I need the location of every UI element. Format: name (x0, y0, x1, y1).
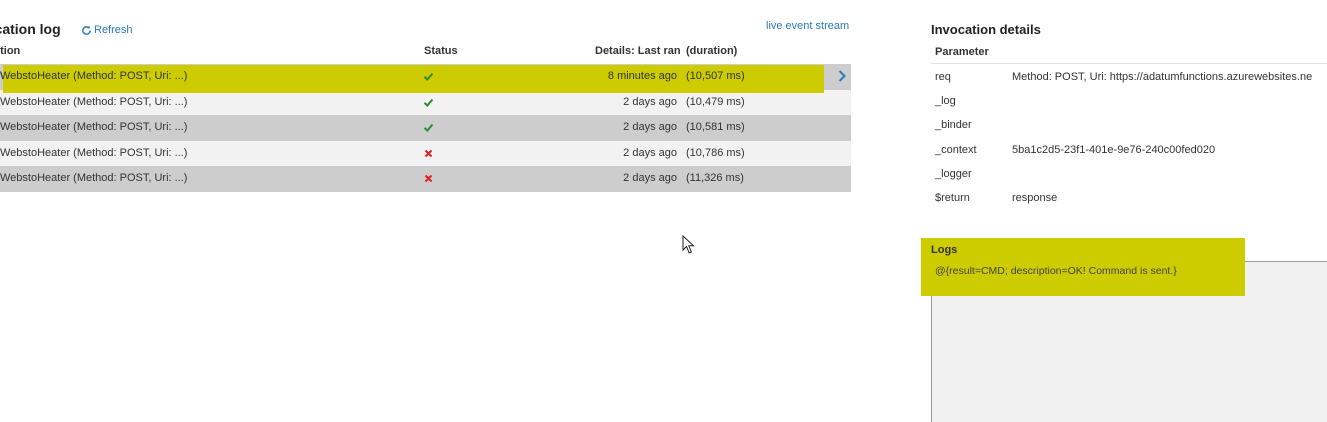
param-name-context: _context (935, 144, 977, 156)
row-last-ran: 2 days ago (623, 121, 677, 133)
row-last-ran: 2 days ago (623, 146, 677, 159)
refresh-button[interactable]: Refresh (81, 24, 133, 36)
row-function: WebstoHeater (Method: POST, Uri: ...) (0, 172, 188, 184)
param-name-req: req (935, 71, 951, 83)
mouse-pointer-icon (682, 235, 695, 254)
parameter-header-divider (931, 63, 1327, 64)
table-row[interactable]: WebstoHeater (Method: POST, Uri: ...) 2 d… (0, 115, 851, 141)
column-header-duration: (duration) (686, 45, 738, 57)
row-last-ran: 2 days ago (623, 172, 677, 184)
logs-label: Logs (931, 244, 958, 256)
row-duration: (10,507 ms) (686, 70, 745, 82)
param-name-logger: _logger (935, 168, 972, 180)
row-last-ran: 2 days ago (623, 95, 677, 108)
highlighted-row-content[interactable]: WebstoHeater (Method: POST, Uri: ...) 8 m… (0, 64, 851, 90)
cross-icon (424, 174, 433, 183)
column-header-details[interactable]: Details: Last ran (595, 45, 681, 57)
row-last-ran: 8 minutes ago (607, 70, 677, 82)
table-row[interactable]: WebstoHeater (Method: POST, Uri: ...) 2 d… (0, 166, 851, 192)
row-duration: (10,479 ms) (686, 95, 745, 108)
parameter-column-header: Parameter (935, 46, 989, 58)
live-event-stream-link[interactable]: live event stream (766, 20, 849, 32)
param-value-return: response (1012, 192, 1058, 204)
row-duration: (11,326 ms) (686, 172, 744, 184)
table-row[interactable]: WebstoHeater (Method: POST, Uri: ...) 8 m… (0, 64, 851, 90)
checkmark-icon (423, 123, 434, 132)
param-name-return: $return (935, 192, 970, 204)
row-function: WebstoHeater (Method: POST, Uri: ...) (0, 146, 188, 159)
logs-text: @{result=CMD; description=OK! Command is… (935, 265, 1177, 277)
param-value-req: Method: POST, Uri: https://adatumfunctio… (1012, 71, 1313, 83)
refresh-icon (82, 25, 91, 35)
checkmark-icon (423, 98, 434, 107)
table-row[interactable]: WebstoHeater (Method: POST, Uri: ...) 2 d… (0, 89, 851, 115)
row-duration: (10,786 ms) (686, 146, 745, 159)
row-function: WebstoHeater (Method: POST, Uri: ...) (0, 121, 188, 133)
row-duration: (10,581 ms) (686, 121, 745, 133)
invocation-details-title: Invocation details (931, 22, 1041, 37)
param-value-context: 5ba1c2d5-23f1-401e-9e76-240c00fed020 (1012, 144, 1216, 156)
param-name-binder: _binder (935, 119, 972, 131)
invocation-log-title: ocation log (0, 21, 61, 37)
row-function: WebstoHeater (Method: POST, Uri: ...) (0, 95, 188, 108)
column-header-status[interactable]: Status (424, 45, 458, 57)
chevron-right-icon[interactable] (836, 69, 848, 83)
param-name-log: _log (935, 95, 956, 107)
cross-icon (424, 149, 433, 157)
checkmark-icon (423, 72, 434, 81)
refresh-label: Refresh (94, 24, 133, 36)
table-row[interactable]: WebstoHeater (Method: POST, Uri: ...) 2 d… (0, 140, 851, 166)
column-header-function[interactable]: ction (0, 45, 20, 57)
row-function: WebstoHeater (Method: POST, Uri: ...) (0, 70, 188, 82)
